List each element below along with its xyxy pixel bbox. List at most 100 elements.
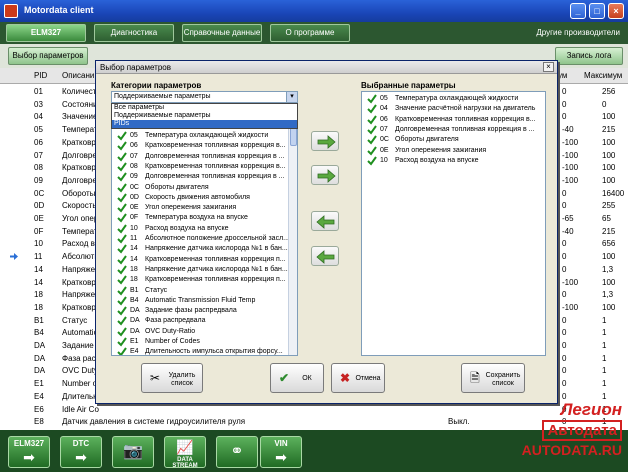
add-one-button[interactable]	[311, 131, 339, 151]
row-pid: 09	[34, 175, 43, 185]
check-icon[interactable]	[117, 244, 127, 254]
title-bar: Motordata client _ □ ×	[0, 0, 628, 22]
row-max: 1	[602, 353, 607, 363]
row-min: -40	[562, 226, 574, 236]
check-icon[interactable]	[367, 125, 377, 135]
record-log-button[interactable]: Запись лога	[555, 47, 623, 65]
other-producers-link[interactable]: Другие производители	[536, 28, 620, 37]
dialog-title-bar: Выбор параметров ×	[96, 61, 557, 74]
dialog-close-button[interactable]: ×	[543, 62, 554, 72]
cross-icon: ✖	[339, 371, 351, 385]
check-icon[interactable]	[367, 115, 377, 125]
remove-all-button[interactable]	[311, 246, 339, 266]
check-icon[interactable]	[117, 224, 127, 234]
dtc-button[interactable]: DTC ➡	[60, 436, 102, 468]
row-max: 100	[602, 252, 616, 262]
check-icon[interactable]	[117, 316, 127, 326]
check-icon[interactable]	[117, 141, 127, 151]
check-icon[interactable]	[117, 275, 127, 285]
check-icon[interactable]	[117, 172, 127, 182]
check-icon[interactable]	[367, 156, 377, 166]
dropdown-option-supported[interactable]: Поддерживаемые параметры	[112, 112, 297, 120]
row-desc: Длительн	[62, 391, 98, 401]
minimize-button[interactable]: _	[570, 3, 586, 19]
available-params-list[interactable]: 05 Температура охлаждающей жидкости 06 Крат…	[111, 103, 298, 356]
check-icon[interactable]	[367, 94, 377, 104]
row-max: 1	[602, 315, 607, 325]
list-item[interactable]: E4 Длительность импульса открытия форсу..…	[112, 347, 297, 356]
row-min: -100	[562, 302, 579, 312]
check-icon[interactable]	[117, 255, 127, 265]
check-icon[interactable]	[117, 265, 127, 275]
check-icon[interactable]	[117, 327, 127, 337]
freeze-frame-button[interactable]: 📷	[112, 436, 154, 468]
dropdown-option-all[interactable]: Все параметры	[112, 104, 297, 112]
row-desc: Idle Air Co	[62, 404, 99, 414]
selected-params-list[interactable]: 05 Температура охлаждающей жидкости 04 Знач…	[361, 91, 546, 356]
row-desc: Automatic	[62, 328, 98, 338]
close-button[interactable]: ×	[608, 3, 624, 19]
category-select[interactable]: Поддерживаемые параметры ▾	[111, 91, 298, 103]
check-icon[interactable]	[117, 234, 127, 244]
tab-diagnostics[interactable]: Диагностика	[94, 24, 174, 42]
check-icon[interactable]	[117, 306, 127, 316]
row-max: 1	[602, 328, 607, 338]
check-icon[interactable]	[367, 145, 377, 156]
row-pid: 0E	[34, 214, 44, 223]
check-icon[interactable]	[117, 203, 127, 213]
row-desc: Скорость	[62, 201, 97, 211]
save-list-button[interactable]: 🗎 Сохранить список	[461, 363, 525, 393]
row-max: 0	[602, 99, 607, 109]
arrow-left-icon	[316, 250, 335, 264]
row-max: 656	[602, 239, 616, 249]
available-params-scrollbar[interactable]	[288, 104, 297, 355]
check-icon[interactable]	[117, 213, 127, 223]
check-icon[interactable]	[367, 104, 377, 114]
link-button[interactable]: ⚭	[216, 436, 258, 468]
maximize-button[interactable]: □	[589, 3, 605, 19]
chevron-down-icon[interactable]: ▾	[286, 92, 297, 102]
category-dropdown[interactable]: Все параметры Поддерживаемые параметры P…	[111, 103, 298, 129]
check-icon[interactable]	[117, 131, 127, 141]
row-min: -65	[562, 214, 574, 223]
check-icon[interactable]	[117, 182, 127, 193]
remove-one-button[interactable]	[311, 211, 339, 231]
check-icon[interactable]	[117, 285, 127, 296]
tab-reference-data[interactable]: Справочные данные	[182, 24, 262, 42]
check-icon[interactable]	[367, 135, 377, 145]
check-icon[interactable]	[117, 337, 127, 347]
check-icon[interactable]	[117, 296, 127, 306]
delete-list-button[interactable]: ✂ Удалить список	[141, 363, 203, 393]
list-item[interactable]: 10 Расход воздуха на впуске	[362, 156, 545, 167]
row-max: 16400	[602, 188, 625, 198]
row-pid: 04	[34, 112, 43, 122]
check-icon[interactable]	[117, 347, 127, 356]
tab-elm327[interactable]: ELM327	[6, 24, 86, 42]
check-icon[interactable]	[117, 193, 127, 203]
window-title: Motordata client	[24, 5, 94, 15]
row-pid: DA	[34, 353, 46, 363]
add-all-button[interactable]	[311, 165, 339, 185]
vin-button[interactable]: VIN ➡	[260, 436, 302, 468]
cancel-button[interactable]: ✖ Отмена	[331, 363, 385, 393]
elm327-button[interactable]: ELM327 ➡	[8, 436, 50, 468]
row-pid: 18	[34, 302, 43, 312]
row-desc: Обороты	[62, 188, 96, 198]
row-pid: 06	[34, 137, 43, 147]
ok-button[interactable]: ✔ ОК	[270, 363, 324, 393]
save-icon: 🗎	[470, 371, 480, 385]
col-max: Максимум	[584, 71, 623, 80]
tab-about[interactable]: О программе	[270, 24, 350, 42]
select-params-button[interactable]: Выбор параметров	[8, 47, 88, 65]
row-pid: 0D	[34, 201, 45, 211]
categories-label: Категории параметров	[111, 81, 202, 90]
row-min: -100	[562, 175, 579, 185]
arrow-left-icon	[316, 215, 335, 229]
check-icon[interactable]	[117, 152, 127, 162]
row-min: -100	[562, 277, 579, 287]
check-icon[interactable]	[117, 162, 127, 172]
row-pid: 0C	[34, 188, 45, 198]
camera-icon: 📷	[123, 443, 143, 460]
data-stream-button[interactable]: DATA STREAM 📈	[164, 436, 206, 469]
dropdown-option-pids[interactable]: PIDs	[112, 120, 297, 128]
